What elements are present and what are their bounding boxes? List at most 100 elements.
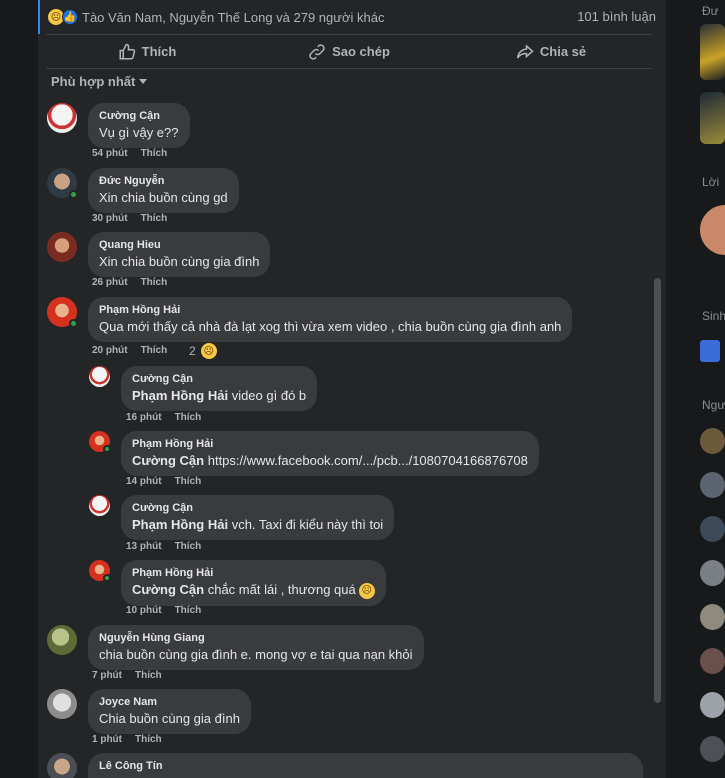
comment-count[interactable]: 101 bình luận [577, 9, 656, 24]
avatar[interactable] [89, 366, 110, 387]
like-label: Thích [141, 44, 177, 59]
comment-meta: 30 phút Thích [92, 213, 167, 224]
reply-text: Cường Cận https://www.facebook.com/.../p… [132, 452, 528, 469]
comment-bubble: Quang Hieu Xin chia buồn cùng gia đình [88, 232, 271, 277]
comment-like-link[interactable]: Thích [141, 213, 168, 224]
reply-item: Cường Cận Phạm Hồng Hải video gì đó b [89, 366, 318, 411]
comment-author[interactable]: Joyce Nam [99, 695, 240, 710]
reply-body: vch. Taxi đi kiểu này thì toi [228, 517, 384, 532]
comment-author[interactable]: Đức Nguyễn [99, 174, 228, 189]
reply-like-link[interactable]: Thích [175, 476, 202, 487]
comment-time[interactable]: 1 phút [92, 734, 122, 745]
comment-author[interactable]: Phạm Hồng Hải [99, 303, 561, 318]
comment-like-link[interactable]: Thích [141, 148, 168, 159]
scrollbar-thumb[interactable] [654, 278, 661, 703]
avatar[interactable] [89, 560, 111, 582]
like-button[interactable]: Thích [46, 35, 248, 68]
reply-bubble: Cường Cận Phạm Hồng Hải vch. Taxi đi kiể… [121, 495, 395, 540]
comment-time[interactable]: 54 phút [92, 148, 128, 159]
comment-time[interactable]: 30 phút [92, 213, 128, 224]
comment-author[interactable]: Lê Công Tín [99, 759, 632, 774]
sponsored-thumbnail[interactable] [700, 92, 725, 144]
avatar[interactable] [47, 103, 77, 133]
avatar[interactable] [700, 736, 725, 762]
mention-link[interactable]: Cường Cận [132, 582, 204, 597]
reply-author[interactable]: Cường Cận [132, 501, 383, 516]
comment-item: Lê Công Tín [47, 753, 643, 778]
reply-time[interactable]: 10 phút [126, 605, 162, 616]
sidebar-heading: Lời [702, 175, 720, 189]
reply-author[interactable]: Cường Cận [132, 372, 306, 387]
share-icon [516, 43, 534, 58]
avatar[interactable] [700, 428, 725, 454]
avatar[interactable] [89, 495, 110, 516]
comment-like-link[interactable]: Thích [141, 345, 168, 356]
comment-text: chia buồn cùng gia đình e. mong vợ e tai… [99, 647, 413, 662]
sort-dropdown[interactable]: Phù hợp nhất [51, 74, 148, 89]
reaction-summary[interactable]: ☹ 👍 Tào Văn Nam, Nguyễn Thế Long và 279 … [38, 0, 666, 34]
avatar[interactable] [47, 297, 78, 328]
avatar[interactable] [47, 168, 78, 199]
reply-like-link[interactable]: Thích [175, 605, 202, 616]
comment-author[interactable]: Quang Hieu [99, 238, 259, 253]
avatar[interactable] [89, 431, 111, 453]
avatar[interactable] [700, 516, 725, 542]
sidebar-heading: Đư [702, 4, 719, 18]
comment-like-link[interactable]: Thích [135, 670, 162, 681]
comment-time[interactable]: 26 phút [92, 277, 128, 288]
comment-time[interactable]: 7 phút [92, 670, 122, 681]
online-indicator [69, 319, 78, 328]
caret-down-icon [139, 79, 148, 84]
comment-reactions[interactable]: 2 ☹ [189, 343, 217, 359]
reply-text: Phạm Hồng Hải vch. Taxi đi kiểu này thì … [132, 516, 383, 533]
sidebar-heading: Ngư [702, 398, 725, 412]
reply-body: video gì đó b [228, 388, 307, 403]
comment-meta: 20 phút Thích [92, 345, 167, 356]
avatar[interactable] [47, 232, 77, 262]
avatar[interactable] [700, 560, 725, 586]
reply-like-link[interactable]: Thích [175, 541, 202, 552]
avatar[interactable] [47, 689, 77, 719]
reply-body[interactable]: https://www.facebook.com/.../pcb.../1080… [204, 453, 528, 468]
avatar[interactable] [700, 604, 725, 630]
comment-item: Joyce Nam Chia buồn cùng gia đình [47, 689, 251, 734]
reply-time[interactable]: 14 phút [126, 476, 162, 487]
post-comments-panel: ☹ 👍 Tào Văn Nam, Nguyễn Thế Long và 279 … [38, 0, 666, 778]
copy-label: Sao chép [332, 44, 390, 59]
online-indicator [69, 190, 78, 199]
mention-link[interactable]: Cường Cận [132, 453, 204, 468]
comment-author[interactable]: Nguyễn Hùng Giang [99, 631, 413, 646]
reaction-names[interactable]: Tào Văn Nam, Nguyễn Thế Long và 279 ngườ… [82, 10, 384, 25]
comment-bubble: Joyce Nam Chia buồn cùng gia đình [88, 689, 251, 734]
copy-link-button[interactable]: Sao chép [248, 35, 450, 68]
comment-author[interactable]: Cường Cận [99, 109, 179, 124]
reply-bubble: Phạm Hồng Hải Cường Cận https://www.face… [121, 431, 539, 476]
avatar[interactable] [700, 648, 725, 674]
avatar[interactable] [47, 753, 77, 778]
reply-item: Phạm Hồng Hải Cường Cận https://www.face… [89, 431, 539, 476]
comment-item: Đức Nguyễn Xin chia buồn cùng gd [47, 168, 239, 213]
avatar[interactable] [700, 472, 725, 498]
comment-time[interactable]: 20 phút [92, 345, 128, 356]
reply-author[interactable]: Phạm Hồng Hải [132, 566, 375, 581]
comment-bubble: Nguyễn Hùng Giang chia buồn cùng gia đìn… [88, 625, 424, 670]
reply-time[interactable]: 16 phút [126, 412, 162, 423]
sponsored-thumbnail[interactable] [700, 24, 725, 80]
reply-item: Phạm Hồng Hải Cường Cận chắc mất lái , t… [89, 560, 386, 606]
reply-bubble: Cường Cận Phạm Hồng Hải video gì đó b [121, 366, 318, 411]
reply-bubble: Phạm Hồng Hải Cường Cận chắc mất lái , t… [121, 560, 386, 606]
comment-item: Nguyễn Hùng Giang chia buồn cùng gia đìn… [47, 625, 424, 670]
reply-author[interactable]: Phạm Hồng Hải [132, 437, 528, 452]
online-indicator [103, 445, 111, 453]
mention-link[interactable]: Phạm Hồng Hải [132, 517, 228, 532]
sidebar-heading: Sinh [702, 309, 725, 323]
comment-meta: 7 phút Thích [92, 670, 162, 681]
avatar[interactable] [700, 692, 725, 718]
reply-time[interactable]: 13 phút [126, 541, 162, 552]
mention-link[interactable]: Phạm Hồng Hải [132, 388, 228, 403]
comment-like-link[interactable]: Thích [141, 277, 168, 288]
reply-like-link[interactable]: Thích [175, 412, 202, 423]
share-button[interactable]: Chia sẻ [450, 35, 652, 68]
avatar[interactable] [47, 625, 77, 655]
comment-like-link[interactable]: Thích [135, 734, 162, 745]
